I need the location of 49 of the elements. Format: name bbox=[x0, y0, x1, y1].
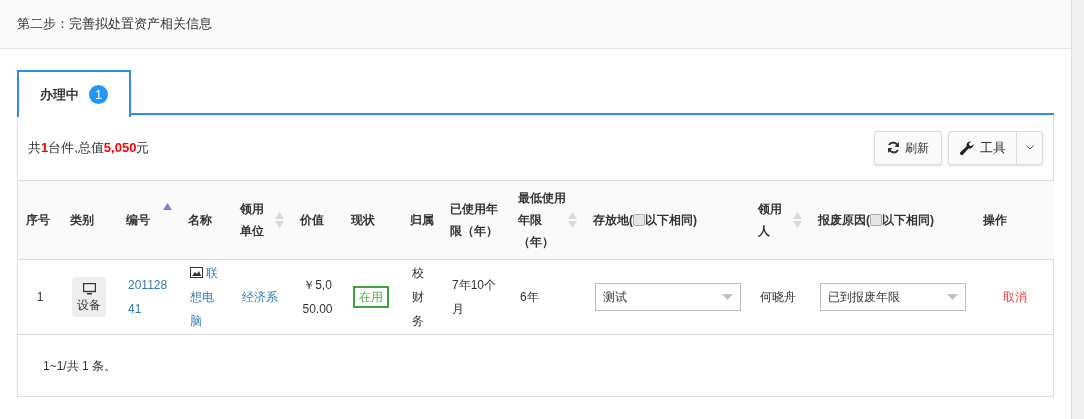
header-label: 最低使用年限（年） bbox=[518, 190, 566, 251]
same-below-checkbox[interactable] bbox=[633, 214, 645, 226]
sort-icon[interactable] bbox=[793, 212, 802, 228]
image-icon bbox=[190, 267, 203, 278]
summary-text: 共1台件,总值5,050元 bbox=[28, 138, 150, 157]
table-link[interactable]: 20112841 bbox=[128, 273, 170, 321]
name-link[interactable]: 联想电脑 bbox=[190, 261, 222, 333]
table-link[interactable]: 经济系 bbox=[242, 285, 282, 309]
status-tag: 在用 bbox=[353, 286, 389, 308]
header-label: 领用人 bbox=[758, 201, 783, 240]
row-number: 1 bbox=[35, 289, 45, 306]
same-below-checkbox[interactable] bbox=[870, 214, 882, 226]
header-label: 归属 bbox=[410, 213, 434, 227]
count-badge: 1 bbox=[89, 85, 108, 104]
header-label: 以下相同) bbox=[882, 212, 934, 229]
price-text: ￥5,050.00 bbox=[302, 277, 333, 318]
cell-text: 校财务 bbox=[412, 266, 424, 328]
category-label: 设备 bbox=[77, 297, 101, 314]
refresh-button[interactable]: 刷新 bbox=[874, 130, 942, 165]
header-label: 名称 bbox=[188, 213, 212, 227]
sort-icon[interactable] bbox=[568, 212, 577, 228]
pagination-info: 1~1/共 1 条。 bbox=[43, 357, 117, 375]
cancel-link[interactable]: 取消 bbox=[985, 288, 1044, 306]
sort-icon[interactable] bbox=[275, 212, 284, 228]
caret-icon bbox=[722, 294, 733, 300]
cell-text: 6年 bbox=[520, 290, 539, 304]
header-label: 已使用年限（年） bbox=[450, 202, 498, 238]
header-label: 存放地( bbox=[593, 212, 633, 229]
refresh-icon bbox=[887, 141, 900, 154]
sort-icon[interactable] bbox=[163, 203, 172, 211]
header-label: 以下相同) bbox=[645, 212, 697, 229]
step-title: 第二步：完善拟处置资产相关信息 bbox=[17, 15, 212, 34]
header-label: 现状 bbox=[351, 213, 375, 227]
header-label: 类别 bbox=[70, 213, 94, 227]
header-label: 领用单位 bbox=[240, 201, 265, 240]
wrench-icon bbox=[959, 139, 975, 156]
monitor-icon bbox=[82, 283, 96, 295]
header-label: 报废原因( bbox=[818, 212, 870, 229]
cell-text: 何晓舟 bbox=[760, 290, 796, 304]
chevron-icon bbox=[1025, 145, 1034, 150]
tab[interactable]: 办理中 1 bbox=[17, 70, 131, 117]
header-label: 编号 bbox=[126, 212, 150, 229]
caret-icon bbox=[947, 294, 958, 300]
header-label: 序号 bbox=[26, 213, 50, 227]
header-label: 价值 bbox=[300, 213, 324, 227]
dropdown-select[interactable]: 已到报废年限 bbox=[820, 283, 966, 311]
header-label: 操作 bbox=[983, 213, 1007, 227]
cell-text: 7年10个月 bbox=[452, 278, 497, 316]
dropdown-select[interactable]: 测试 bbox=[595, 283, 741, 311]
